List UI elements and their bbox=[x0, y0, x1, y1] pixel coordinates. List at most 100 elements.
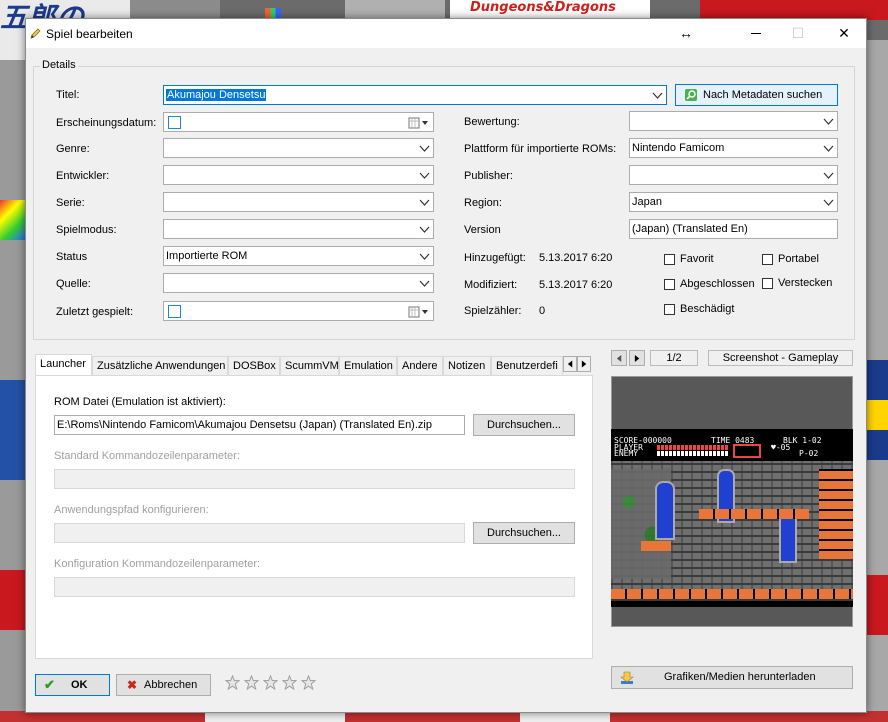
region-combo[interactable]: Japan bbox=[629, 192, 838, 212]
chevron-right-icon bbox=[634, 355, 640, 362]
region-label: Region: bbox=[464, 197, 502, 209]
broken-label: Beschädigt bbox=[680, 303, 735, 315]
hud-p: P-02 bbox=[799, 449, 819, 458]
source-combo[interactable] bbox=[163, 273, 434, 293]
chevron-left-icon bbox=[567, 360, 573, 368]
tab-custom[interactable]: Benutzerdefi bbox=[491, 356, 563, 375]
tab-label: Emulation bbox=[344, 360, 393, 372]
added-value: 5.13.2017 6:20 bbox=[539, 252, 613, 264]
status-value: Importierte ROM bbox=[166, 250, 248, 262]
completed-checkbox[interactable] bbox=[664, 279, 675, 290]
star-icon[interactable] bbox=[301, 675, 316, 690]
rom-file-label: ROM Datei (Emulation ist aktiviert): bbox=[54, 396, 226, 408]
move-icon[interactable]: ↔ bbox=[672, 24, 700, 42]
tab-label: Andere bbox=[402, 360, 438, 372]
search-icon bbox=[685, 89, 697, 101]
pencil-icon bbox=[30, 28, 41, 39]
game-window-1 bbox=[655, 481, 675, 540]
config-cmdline-input bbox=[54, 577, 575, 597]
media-prev-button[interactable] bbox=[611, 350, 627, 366]
hide-label: Verstecken bbox=[778, 277, 833, 289]
publisher-label: Publisher: bbox=[464, 170, 513, 182]
chevron-down-icon bbox=[419, 253, 430, 260]
favorite-checkbox[interactable] bbox=[664, 254, 675, 265]
hud-hearts: ♥-05 bbox=[771, 443, 791, 452]
maximize-button: ☐ bbox=[791, 25, 805, 41]
config-cmdline-label: Konfiguration Kommandozeilenparameter: bbox=[54, 558, 261, 570]
media-type-box[interactable]: Screenshot - Gameplay bbox=[708, 350, 853, 366]
star-icon[interactable] bbox=[244, 675, 259, 690]
ok-button[interactable]: ✔ OK bbox=[35, 674, 110, 696]
search-metadata-button[interactable]: Nach Metadaten suchen bbox=[675, 84, 838, 106]
release-date-checkbox[interactable] bbox=[168, 116, 181, 129]
media-type-text: Screenshot - Gameplay bbox=[722, 352, 839, 364]
browse-app-button[interactable]: Durchsuchen... bbox=[473, 522, 575, 544]
developer-label: Entwickler: bbox=[56, 170, 110, 182]
last-played-checkbox[interactable] bbox=[168, 305, 181, 318]
close-button[interactable]: ✕ bbox=[830, 24, 858, 42]
game-screenshot[interactable]: SCORE-000000 TIME 0483 BLK 1-02 PLAYER E… bbox=[611, 376, 853, 627]
title-label: Titel: bbox=[56, 89, 80, 101]
hide-checkbox[interactable] bbox=[762, 278, 773, 289]
chevron-down-icon bbox=[419, 199, 430, 206]
source-label: Quelle: bbox=[56, 278, 91, 290]
broken-checkbox[interactable] bbox=[664, 304, 675, 315]
tab-launcher[interactable]: Launcher bbox=[35, 354, 92, 375]
tab-label: Zusätzliche Anwendungen bbox=[97, 360, 226, 372]
publisher-combo[interactable] bbox=[629, 165, 838, 185]
release-date-picker[interactable] bbox=[163, 112, 434, 132]
x-icon: ✖ bbox=[127, 678, 138, 692]
last-played-label: Zuletzt gespielt: bbox=[56, 306, 134, 318]
genre-combo[interactable] bbox=[163, 138, 434, 158]
chevron-down-icon bbox=[823, 172, 834, 179]
rating-label: Bewertung: bbox=[464, 116, 520, 128]
last-played-picker[interactable] bbox=[163, 301, 434, 321]
chevron-right-icon bbox=[581, 360, 587, 368]
game-bricks-mid bbox=[699, 509, 809, 519]
star-rating[interactable] bbox=[225, 674, 320, 691]
tab-scummvm[interactable]: ScummVM bbox=[280, 356, 339, 375]
tab-dosbox[interactable]: DOSBox bbox=[228, 356, 280, 375]
chevron-down-icon bbox=[652, 92, 663, 99]
rating-combo[interactable] bbox=[629, 111, 838, 131]
hud-item-box bbox=[733, 444, 761, 458]
title-combo[interactable]: Akumajou Densetsu bbox=[163, 85, 667, 105]
tab-emulation[interactable]: Emulation bbox=[339, 356, 397, 375]
background-title-text: Dungeons&Dragons bbox=[470, 0, 616, 15]
star-icon[interactable] bbox=[263, 675, 278, 690]
modified-value: 5.13.2017 6:20 bbox=[539, 279, 613, 291]
download-media-button[interactable]: Grafiken/Medien herunterladen bbox=[611, 666, 853, 689]
developer-combo[interactable] bbox=[163, 165, 434, 185]
star-icon[interactable] bbox=[225, 675, 240, 690]
completed-label: Abgeschlossen bbox=[680, 278, 755, 290]
series-combo[interactable] bbox=[163, 192, 434, 212]
chevron-down-icon bbox=[419, 226, 430, 233]
calendar-icon[interactable] bbox=[408, 117, 430, 129]
status-combo[interactable]: Importierte ROM bbox=[163, 246, 434, 266]
playmode-combo[interactable] bbox=[163, 219, 434, 239]
portable-checkbox[interactable] bbox=[762, 254, 773, 265]
version-input[interactable]: (Japan) (Translated En) bbox=[629, 219, 838, 239]
tab-other[interactable]: Andere bbox=[397, 356, 443, 375]
minimize-button[interactable] bbox=[742, 24, 770, 42]
edit-game-dialog: Spiel bearbeiten ↔ ☐ ✕ Details Titel: Er… bbox=[25, 18, 867, 713]
star-icon[interactable] bbox=[282, 675, 297, 690]
version-label: Version bbox=[464, 224, 501, 236]
hud-player-bar bbox=[657, 445, 729, 450]
series-label: Serie: bbox=[56, 197, 85, 209]
calendar-icon[interactable] bbox=[408, 306, 430, 318]
rom-file-input[interactable]: E:\Roms\Nintendo Famicom\Akumajou Denset… bbox=[54, 415, 465, 435]
tab-additional-apps[interactable]: Zusätzliche Anwendungen bbox=[92, 356, 228, 375]
cancel-button[interactable]: ✖ Abbrechen bbox=[116, 674, 211, 696]
title-bar[interactable]: Spiel bearbeiten ↔ ☐ ✕ bbox=[26, 19, 866, 48]
genre-label: Genre: bbox=[56, 143, 90, 155]
browse-rom-button[interactable]: Durchsuchen... bbox=[473, 414, 575, 436]
tab-notes[interactable]: Notizen bbox=[443, 356, 491, 375]
media-next-button[interactable] bbox=[629, 350, 645, 366]
rom-file-value: E:\Roms\Nintendo Famicom\Akumajou Denset… bbox=[57, 419, 432, 431]
tab-scroll-left-button[interactable] bbox=[563, 356, 577, 372]
platform-combo[interactable]: Nintendo Famicom bbox=[629, 138, 838, 158]
cmdline-label: Standard Kommandozeilenparameter: bbox=[54, 450, 240, 462]
platform-label: Plattform für importierte ROMs: bbox=[464, 143, 617, 155]
tab-scroll-right-button[interactable] bbox=[577, 356, 591, 372]
